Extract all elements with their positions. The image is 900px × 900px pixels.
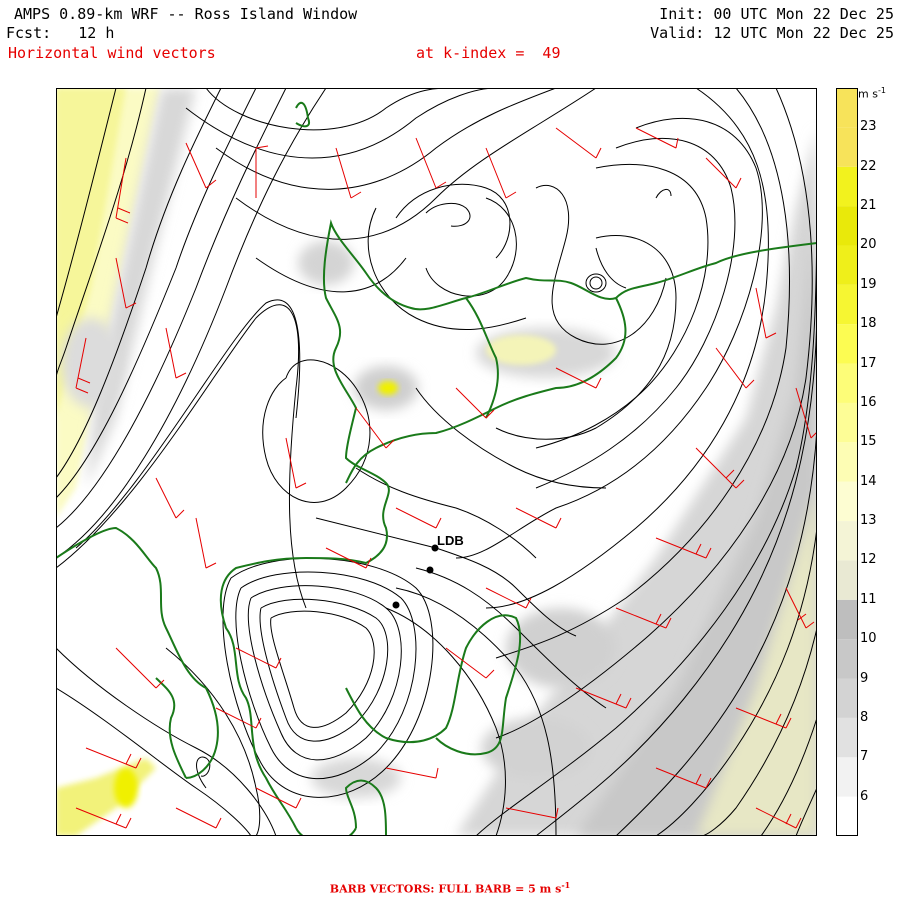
colorbar-segment	[836, 206, 858, 246]
colorbar-segment	[836, 678, 858, 718]
units-base: m s	[858, 87, 878, 101]
colorbar-segment	[836, 481, 858, 522]
colorbar-tick-label: 20	[860, 237, 877, 253]
colorbar-tick-label: 22	[860, 158, 877, 174]
colorbar-tick-label: 13	[860, 513, 877, 529]
forecast-label: Fcst:	[6, 24, 52, 42]
colorbar-segment	[836, 442, 858, 482]
colorbar-segment	[836, 521, 858, 561]
station-marker	[426, 566, 434, 574]
units-exponent: -1	[877, 86, 886, 95]
barb-legend-text: BARB VECTORS: FULL BARB = 5 m s	[329, 882, 562, 896]
colorbar-segment	[836, 560, 858, 600]
station-marker	[392, 601, 400, 609]
forecast-value: 12 h	[78, 24, 115, 42]
barb-legend-exponent: -1	[561, 880, 571, 890]
colorbar-tick-label: 10	[860, 631, 877, 647]
colorbar	[836, 88, 858, 836]
colorbar-segment	[836, 284, 858, 325]
colorbar-tick-label: 12	[860, 552, 877, 568]
colorbar-tick-label: 15	[860, 434, 877, 450]
field-name: Horizontal wind vectors	[8, 44, 216, 62]
map-title: AMPS 0.89-km WRF -- Ross Island Window	[14, 5, 358, 23]
forecast-hour: Fcst: 12 h	[6, 24, 114, 42]
barb-legend: BARB VECTORS: FULL BARB = 5 m s-1	[0, 880, 900, 896]
colorbar-tick-label: 17	[860, 355, 877, 371]
colorbar-segment	[836, 717, 858, 758]
colorbar-units: m s-1	[858, 86, 886, 101]
colorbar-segment	[836, 402, 858, 443]
colorbar-segment	[836, 88, 858, 128]
valid-time: Valid: 12 UTC Mon 22 Dec 25	[650, 24, 894, 42]
colorbar-segment	[836, 757, 858, 797]
colorbar-tick-label: 7	[860, 749, 869, 765]
colorbar-tick-label: 14	[860, 473, 877, 489]
colorbar-segment	[836, 245, 858, 285]
colorbar-tick-label: 23	[860, 119, 877, 135]
colorbar-segment	[836, 363, 858, 403]
wind-map: LDB	[56, 88, 817, 836]
colorbar-segment	[836, 796, 858, 836]
colorbar-tick-label: 8	[860, 709, 869, 725]
colorbar-tick-label: 9	[860, 670, 869, 686]
colorbar-segment	[836, 166, 858, 207]
colorbar-segment	[836, 599, 858, 640]
station-ldb-label: LDB	[437, 533, 464, 548]
colorbar-tick-label: 18	[860, 316, 877, 332]
colorbar-segment	[836, 324, 858, 364]
colorbar-segment	[836, 639, 858, 679]
init-time: Init: 00 UTC Mon 22 Dec 25	[659, 5, 894, 23]
colorbar-tick-label: 19	[860, 276, 877, 292]
colorbar-segment	[836, 127, 858, 167]
colorbar-tick-label: 6	[860, 788, 869, 804]
level-index: at k-index = 49	[416, 44, 561, 62]
colorbar-tick-label: 11	[860, 591, 877, 607]
colorbar-tick-label: 21	[860, 198, 877, 214]
colorbar-tick-label: 16	[860, 394, 877, 410]
